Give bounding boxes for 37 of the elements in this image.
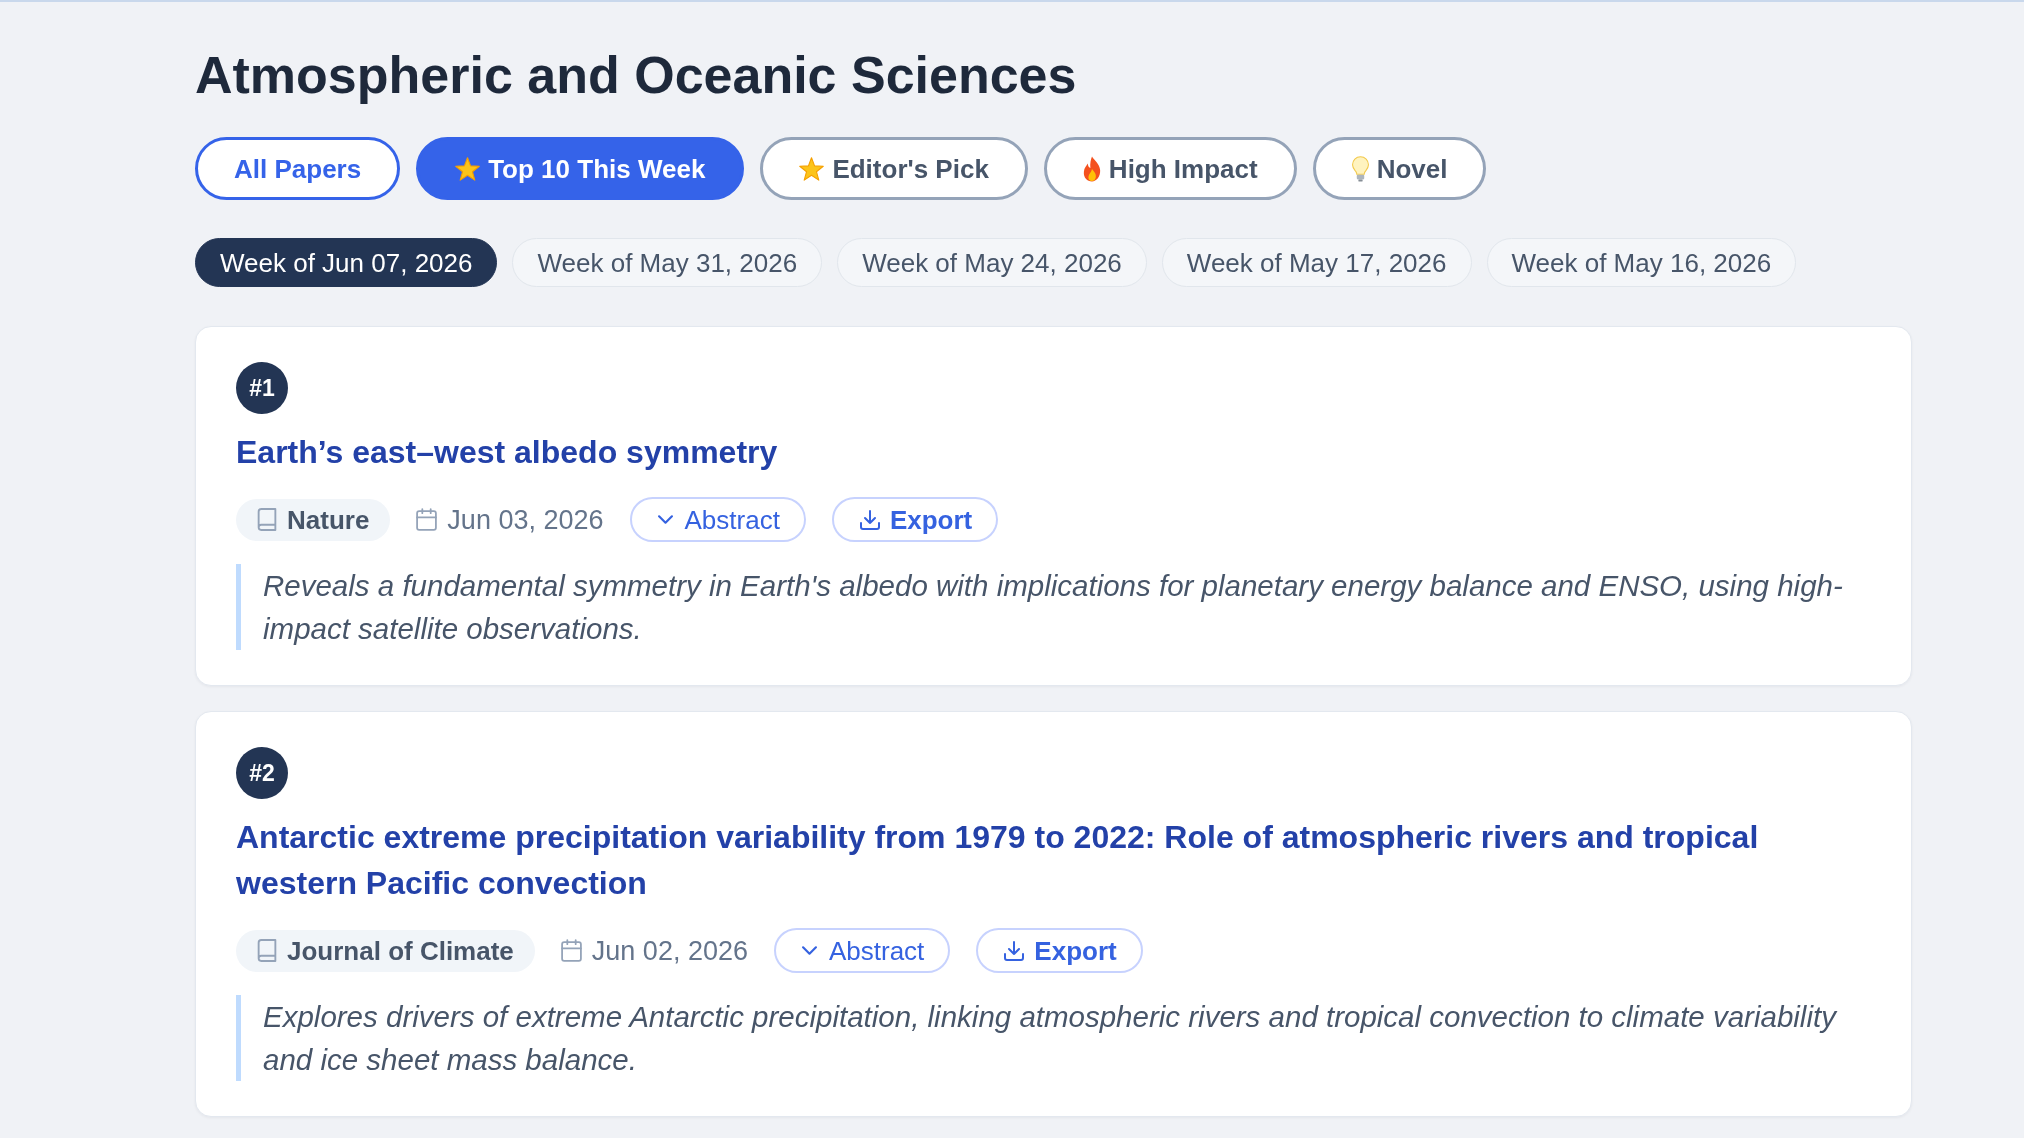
- abstract-button[interactable]: Abstract: [773, 928, 951, 973]
- paper-summary: Explores drivers of extreme Antarctic precipitation, linking atmospheric rivers and tropical convection to climate variability and ice sheet mass balance.: [236, 995, 1871, 1081]
- paper-title-link[interactable]: Antarctic extreme precipitation variability from 1979 to 2022: Role of atmospheric rivers and tropical western Pacific convection: [236, 814, 1871, 906]
- paper-summary: Reveals a fundamental symmetry in Earth's albedo with implications for planetary energy balance and ENSO, using high-impact satellite observations.: [236, 564, 1871, 650]
- star-icon: [455, 156, 481, 181]
- week-button[interactable]: Week of May 17, 2026: [1161, 238, 1472, 287]
- download-icon: [859, 509, 880, 530]
- book-icon: [257, 508, 277, 531]
- calendar-icon: [560, 939, 582, 962]
- journal-name: Journal of Climate: [287, 935, 514, 966]
- paper-title-link[interactable]: Earth’s east–west albedo symmetry: [236, 429, 778, 475]
- filter-button[interactable]: All Papers: [195, 137, 401, 200]
- week-button[interactable]: Week of May 24, 2026: [837, 238, 1147, 287]
- publication-date: Jun 02, 2026: [591, 935, 748, 966]
- book-icon: [257, 939, 277, 962]
- chevron-down-icon: [657, 515, 673, 524]
- rank-badge: #1: [236, 362, 288, 414]
- flame-icon: [1082, 155, 1101, 182]
- page-title: Atmospheric and Oceanic Sciences: [195, 45, 1078, 106]
- rank-badge: #2: [236, 747, 288, 799]
- filter-button[interactable]: High Impact: [1043, 137, 1297, 200]
- star-icon: [799, 156, 825, 181]
- filter-button[interactable]: Top 10 This Week: [416, 137, 745, 200]
- chevron-down-icon: [801, 946, 817, 955]
- export-button[interactable]: Export: [976, 928, 1143, 973]
- abstract-button[interactable]: Abstract: [629, 497, 806, 542]
- week-button[interactable]: Week of May 31, 2026: [512, 238, 823, 287]
- week-button[interactable]: Week of May 16, 2026: [1486, 238, 1797, 287]
- lightbulb-icon: [1351, 155, 1369, 182]
- calendar-icon: [416, 508, 438, 531]
- filter-button[interactable]: Novel: [1312, 137, 1487, 200]
- publication-date: Jun 03, 2026: [447, 504, 604, 535]
- filter-button[interactable]: Editor's Pick: [760, 137, 1028, 200]
- download-icon: [1004, 940, 1025, 961]
- week-button[interactable]: Week of Jun 07, 2026: [195, 238, 498, 287]
- export-button[interactable]: Export: [831, 497, 999, 542]
- journal-name: Nature: [287, 504, 370, 535]
